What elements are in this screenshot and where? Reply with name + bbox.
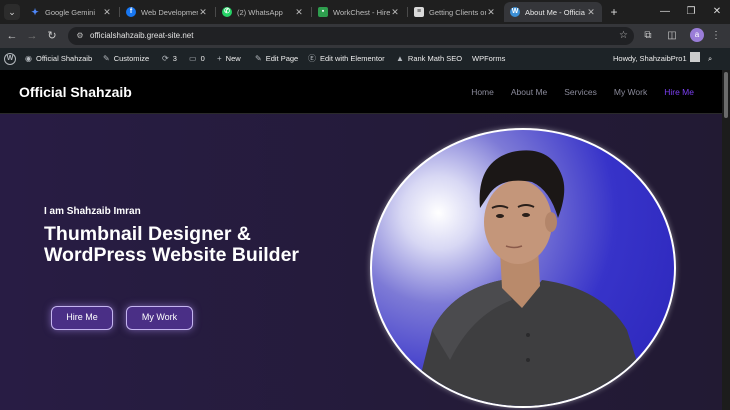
- updates-icon: ⟳: [162, 54, 169, 63]
- profile-avatar[interactable]: a: [690, 28, 704, 42]
- admin-customize-label: Customize: [113, 54, 150, 63]
- whatsapp-icon: ✆: [222, 7, 232, 17]
- admin-wpforms[interactable]: WPForms: [472, 48, 505, 70]
- wordpress-icon: W: [510, 7, 520, 17]
- plus-icon: +: [217, 54, 222, 63]
- admin-wpforms-label: WPForms: [472, 54, 506, 63]
- hero-section: I am Shahzaib Imran Thumbnail Designer &…: [0, 114, 722, 410]
- extensions-icon[interactable]: ⧉: [640, 28, 656, 44]
- tab-title: (2) WhatsApp: [237, 7, 283, 17]
- admin-search-icon[interactable]: ⌕: [708, 48, 712, 70]
- browser-toolbar: ← → ↻ ⚙ officialshahzaib.great-site.net …: [0, 24, 730, 48]
- forward-icon[interactable]: →: [24, 28, 40, 44]
- tab-title: About Me - Officia: [525, 7, 585, 17]
- menu-kebab-icon[interactable]: ⋮: [708, 28, 724, 44]
- article-icon: ≡: [414, 7, 424, 17]
- close-tab-icon[interactable]: ✕: [198, 7, 208, 18]
- portrait-illustration: [413, 150, 651, 406]
- brush-icon: ✎: [103, 54, 110, 63]
- nav-home[interactable]: Home: [471, 87, 494, 97]
- dashboard-icon: ◉: [25, 54, 32, 63]
- nav-about-me[interactable]: About Me: [511, 87, 547, 97]
- tab-title: WorkChest - Hire: [333, 7, 390, 17]
- close-tab-icon[interactable]: ✕: [486, 7, 496, 18]
- elementor-icon: Ⓔ: [308, 54, 316, 63]
- site-logo[interactable]: Official Shahzaib: [19, 70, 132, 114]
- close-tab-icon[interactable]: ✕: [294, 7, 304, 18]
- tab-gemini[interactable]: ✦ Google Gemini ✕: [24, 2, 118, 22]
- rankmath-icon: ▲: [396, 54, 404, 63]
- tab-title: Getting Clients on: [429, 7, 486, 17]
- admin-howdy[interactable]: Howdy, ShahzaibPro1: [613, 48, 700, 70]
- admin-elementor-label: Edit with Elementor: [320, 54, 385, 63]
- new-tab-button[interactable]: +: [606, 4, 622, 20]
- close-tab-icon[interactable]: ✕: [586, 7, 596, 18]
- wp-admin-bar: W ◉ Official Shahzaib ✎ Customize ⟳ 3 ▭ 0 + N…: [0, 48, 730, 70]
- tab-getting-clients[interactable]: ≡ Getting Clients on ✕: [408, 2, 502, 22]
- user-avatar: [689, 52, 700, 62]
- close-tab-icon[interactable]: ✕: [102, 7, 112, 18]
- site-header: Official Shahzaib Home About Me Services…: [0, 70, 722, 114]
- minimize-icon[interactable]: —: [654, 3, 676, 21]
- back-icon[interactable]: ←: [4, 28, 20, 44]
- facebook-icon: f: [126, 7, 136, 17]
- side-panel-icon[interactable]: ◫: [664, 28, 680, 44]
- admin-rankmath-label: Rank Math SEO: [407, 54, 463, 63]
- tab-title: Web Development: [141, 7, 198, 17]
- hero-headline: Thumbnail Designer & WordPress Website B…: [44, 223, 300, 266]
- tab-strip: ⌄ ✦ Google Gemini ✕ f Web Development ✕ …: [0, 0, 730, 24]
- page-scrollbar[interactable]: [722, 70, 730, 410]
- tab-about-me[interactable]: W About Me - Officia ✕: [504, 2, 602, 22]
- admin-edit-page[interactable]: ✎ Edit Page: [255, 48, 298, 70]
- my-work-button[interactable]: My Work: [126, 306, 193, 330]
- comment-icon: ▭: [189, 54, 197, 63]
- admin-site-name[interactable]: ◉ Official Shahzaib: [25, 48, 92, 70]
- tab-title: Google Gemini: [45, 7, 96, 17]
- reload-icon[interactable]: ↻: [44, 28, 60, 44]
- workchest-icon: ▪: [318, 7, 328, 17]
- admin-new[interactable]: + New: [217, 48, 241, 70]
- admin-new-label: New: [225, 54, 241, 63]
- admin-updates-count: 3: [172, 54, 177, 63]
- profile-portrait: [370, 128, 676, 408]
- nav-hire-me[interactable]: Hire Me: [664, 87, 694, 97]
- tab-workchest[interactable]: ▪ WorkChest - Hire ✕: [312, 2, 406, 22]
- pencil-icon: ✎: [255, 54, 262, 63]
- bookmark-star-icon[interactable]: ☆: [619, 27, 628, 45]
- hero-intro: I am Shahzaib Imran: [44, 206, 141, 217]
- address-bar[interactable]: ⚙ officialshahzaib.great-site.net ☆: [68, 27, 634, 45]
- nav-my-work[interactable]: My Work: [614, 87, 647, 97]
- admin-howdy-label: Howdy, ShahzaibPro1: [613, 54, 687, 63]
- tab-whatsapp[interactable]: ✆ (2) WhatsApp ✕: [216, 2, 310, 22]
- tab-search-button[interactable]: ⌄: [4, 4, 20, 20]
- url-text[interactable]: officialshahzaib.great-site.net: [90, 27, 193, 45]
- restore-icon[interactable]: ❐: [680, 3, 702, 21]
- close-window-icon[interactable]: ✕: [706, 3, 728, 21]
- admin-elementor[interactable]: Ⓔ Edit with Elementor: [308, 48, 385, 70]
- wordpress-logo-icon[interactable]: W: [4, 53, 16, 65]
- admin-site-name-label: Official Shahzaib: [35, 54, 93, 63]
- nav-services[interactable]: Services: [564, 87, 597, 97]
- site-info-icon[interactable]: ⚙: [74, 30, 86, 42]
- admin-comments[interactable]: ▭ 0: [189, 48, 205, 70]
- hire-me-button[interactable]: Hire Me: [51, 306, 113, 330]
- scrollbar-thumb[interactable]: [724, 72, 728, 118]
- admin-rankmath[interactable]: ▲ Rank Math SEO: [396, 48, 462, 70]
- admin-updates[interactable]: ⟳ 3: [162, 48, 177, 70]
- close-tab-icon[interactable]: ✕: [390, 7, 400, 18]
- main-nav: Home About Me Services My Work Hire Me: [454, 70, 694, 114]
- gemini-icon: ✦: [31, 7, 39, 17]
- admin-edit-page-label: Edit Page: [265, 54, 299, 63]
- admin-comments-count: 0: [200, 54, 205, 63]
- tab-web-development[interactable]: f Web Development ✕: [120, 2, 214, 22]
- admin-customize[interactable]: ✎ Customize: [103, 48, 149, 70]
